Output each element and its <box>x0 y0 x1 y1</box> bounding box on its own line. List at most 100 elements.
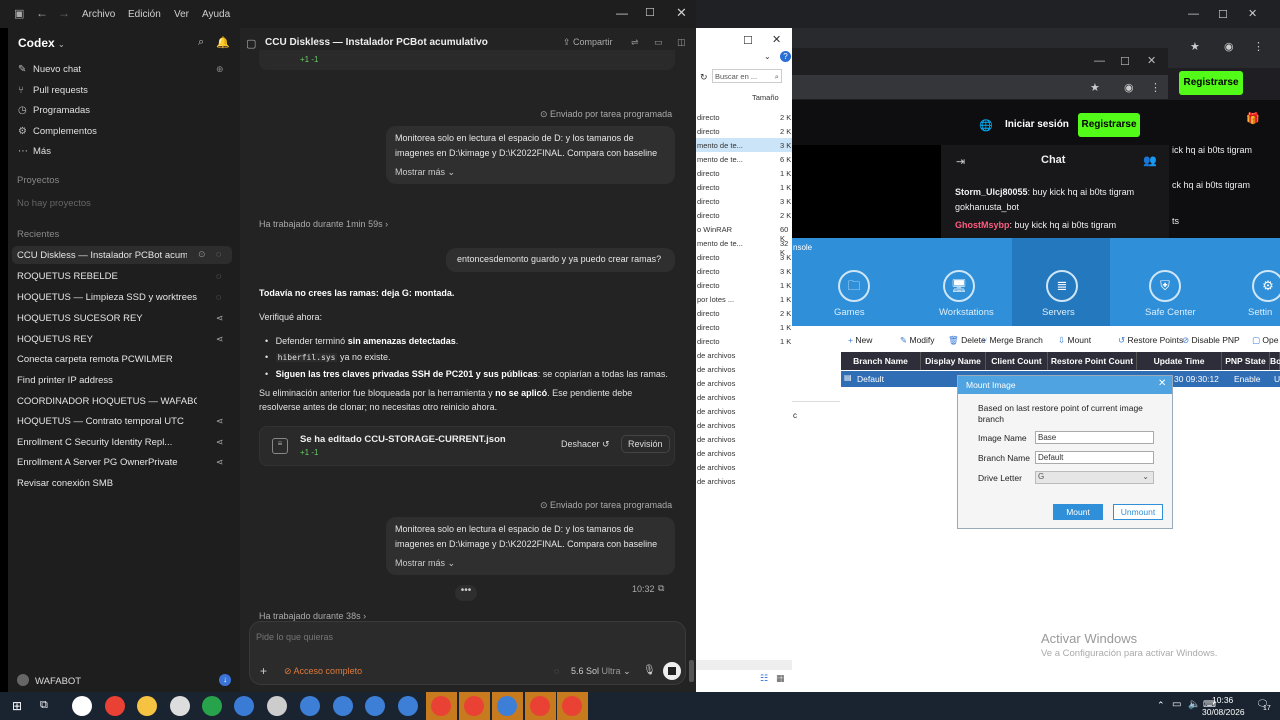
terminal-icon[interactable]: ▭ <box>654 37 663 48</box>
stop-button[interactable] <box>663 662 681 680</box>
share-button[interactable]: ⇪ Compartir <box>563 37 613 48</box>
console-tab-2[interactable]: Servers <box>1042 307 1075 318</box>
show-more-button[interactable]: Mostrar más ⌄ <box>395 165 455 180</box>
review-button[interactable]: Revisión <box>621 435 670 453</box>
maximize-icon[interactable]: ☐ <box>1218 8 1228 21</box>
recent-item[interactable]: ROQUETUS REBELDE <box>17 271 197 282</box>
toolbar-button[interactable]: ✎ Modify <box>900 335 935 346</box>
search-input[interactable]: Buscar en ... ⌕ <box>712 69 782 83</box>
column-header[interactable]: Display Name <box>921 352 986 370</box>
close-icon[interactable]: ✕ <box>772 33 781 46</box>
pin-icon[interactable]: ⊙ <box>198 249 206 260</box>
minimize-icon[interactable]: — <box>616 6 628 20</box>
recent-item[interactable]: CCU Diskless — Instalador PCBot acumulat… <box>17 250 187 261</box>
chrome-icon[interactable] <box>105 696 125 716</box>
toolbar-button[interactable]: ⇩ Mount <box>1058 335 1091 346</box>
star-icon[interactable]: ★ <box>1090 81 1100 94</box>
login-link[interactable]: Iniciar sesión <box>1005 119 1069 130</box>
vnc-icon[interactable] <box>300 696 320 716</box>
terminal-icon[interactable] <box>202 696 222 716</box>
close-icon[interactable]: ✕ <box>1147 54 1156 67</box>
tray-up-icon[interactable]: ⌃ <box>1157 700 1165 711</box>
recent-item[interactable]: Revisar conexión SMB <box>17 478 197 489</box>
chatgpt-icon[interactable] <box>72 696 92 716</box>
branch-name-field[interactable] <box>1035 451 1154 464</box>
tiles-view-icon[interactable]: ▦ <box>776 673 785 684</box>
close-icon[interactable]: ✕ <box>1248 7 1257 20</box>
user-name[interactable]: WAFABOT <box>35 676 81 687</box>
folder-icon[interactable] <box>137 696 157 716</box>
console-tab-0[interactable]: Games <box>834 307 865 318</box>
unmount-button[interactable]: Unmount <box>1113 504 1163 520</box>
register-button[interactable]: Registrarse <box>1078 113 1140 137</box>
undo-button[interactable]: Deshacer ↺ <box>561 439 610 450</box>
chevron-down-icon[interactable]: ⌄ <box>764 52 771 61</box>
search-icon[interactable]: ⌕ <box>198 36 204 49</box>
refresh-icon[interactable]: ↻ <box>700 72 708 83</box>
avatar[interactable] <box>17 674 29 686</box>
drive-letter-select[interactable]: G ⌄ <box>1035 471 1154 484</box>
toolbar-button[interactable]: ⑂ Merge Branch <box>982 335 1043 345</box>
menu-ayuda[interactable]: Ayuda <box>202 9 230 20</box>
diff-icon[interactable]: ⇌ <box>631 37 639 48</box>
sidebar-item-plugins[interactable]: Complementos <box>33 126 97 137</box>
volume-icon[interactable]: 🔈 <box>1188 699 1200 710</box>
vnc-icon[interactable] <box>398 696 418 716</box>
vnc-icon[interactable] <box>497 696 517 716</box>
size-column[interactable]: Tamaño <box>752 93 779 102</box>
clock-time[interactable]: 10:36 <box>1212 695 1233 705</box>
scrollbar[interactable] <box>689 660 694 682</box>
console-tab-icon[interactable]: ⛨ <box>1149 270 1181 302</box>
maximize-icon[interactable]: ☐ <box>743 34 753 47</box>
maximize-icon[interactable]: ☐ <box>1120 55 1130 68</box>
vnc-icon[interactable] <box>365 696 385 716</box>
more-options-icon[interactable]: ··· <box>466 35 477 47</box>
minimize-icon[interactable]: — <box>1188 8 1199 20</box>
recent-item[interactable]: HOQUETUS SUCESOR REY <box>17 313 197 324</box>
prompt-input[interactable] <box>256 630 676 644</box>
mount-button[interactable]: Mount <box>1053 504 1103 520</box>
cloud-icon[interactable] <box>170 696 190 716</box>
bell-icon[interactable]: 🔔 <box>216 36 230 49</box>
console-tab-icon[interactable]: 🖥 <box>943 270 975 302</box>
recent-item[interactable]: HOQUETUS — Limpieza SSD y worktrees <box>17 292 197 303</box>
network-icon[interactable]: ▭ <box>1172 699 1181 710</box>
sidebar-toggle-icon[interactable]: ▣ <box>14 7 24 20</box>
recent-item[interactable]: Enrollment A Server PG OwnerPrivate <box>17 457 197 468</box>
column-header[interactable]: Branch Name <box>841 352 921 370</box>
h-scrollbar[interactable] <box>696 660 792 670</box>
register-button[interactable]: Registrarse <box>1179 71 1243 95</box>
users-icon[interactable]: 👥 <box>1143 154 1157 167</box>
recent-item[interactable]: COORDINADOR HOQUETUS — WAFABO <box>17 396 197 407</box>
collapse-icon[interactable]: ⇥ <box>956 155 965 168</box>
recent-item[interactable]: HOQUETUS — Contrato temporal UTC <box>17 416 197 427</box>
recent-item[interactable]: Find printer IP address <box>17 375 197 386</box>
gift-icon[interactable]: 🎁 <box>1246 112 1260 125</box>
task-view-icon[interactable]: ⧉ <box>40 699 48 712</box>
copy-icon[interactable]: ⧉ <box>658 583 664 594</box>
sidebar-item-new-chat[interactable]: Nuevo chat <box>33 64 81 75</box>
column-header[interactable]: Client Count <box>986 352 1048 370</box>
vnc-icon[interactable] <box>333 696 353 716</box>
minimize-icon[interactable]: — <box>1094 55 1105 67</box>
toolbar-button[interactable]: ▢ Ope <box>1252 335 1278 346</box>
video-area[interactable] <box>792 145 941 238</box>
star-icon[interactable]: ★ <box>1190 40 1200 53</box>
maximize-icon[interactable]: ☐ <box>645 6 655 19</box>
access-button[interactable]: ⊘ Acceso completo <box>284 666 362 677</box>
sidebar-item-scheduled[interactable]: Programadas <box>33 105 90 116</box>
sidebar-item-pull-requests[interactable]: Pull requests <box>33 85 88 96</box>
chrome-icon[interactable] <box>431 696 451 716</box>
recent-item[interactable]: Conecta carpeta remota PCWILMER <box>17 354 197 365</box>
account-icon[interactable]: ◉ <box>1124 81 1134 94</box>
column-header[interactable]: Bo <box>1270 352 1280 370</box>
chrome-icon[interactable] <box>562 696 582 716</box>
notepad-icon[interactable] <box>267 696 287 716</box>
chrome-icon[interactable] <box>530 696 550 716</box>
app-title[interactable]: Codex ⌄ <box>18 36 65 50</box>
close-icon[interactable]: ✕ <box>676 5 687 21</box>
close-icon[interactable]: ✕ <box>1158 378 1166 389</box>
address-bar[interactable] <box>792 75 1168 99</box>
column-header[interactable]: Update Time <box>1137 352 1222 370</box>
back-icon[interactable]: ← <box>36 6 48 20</box>
